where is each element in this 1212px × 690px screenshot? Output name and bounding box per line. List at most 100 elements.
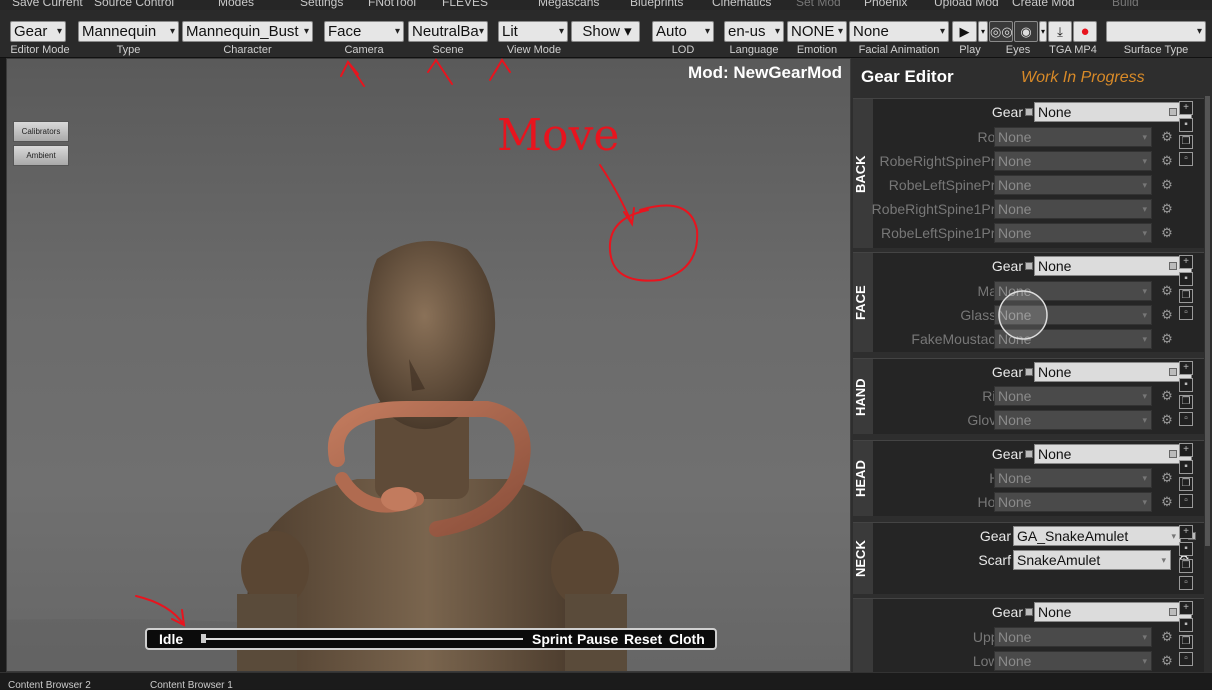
animation-slider-thumb[interactable]: [201, 634, 206, 643]
save-icon[interactable]: ▪: [1179, 378, 1193, 392]
slot-dropdown[interactable]: None: [994, 386, 1152, 406]
save-icon[interactable]: ▪: [1179, 618, 1193, 632]
gear-dropdown[interactable]: GA_SnakeAmulet: [1013, 526, 1181, 546]
panel-scrollbar[interactable]: [1205, 96, 1210, 546]
gear-checkbox[interactable]: [1025, 368, 1033, 376]
view-mode-dropdown[interactable]: Lit: [498, 21, 568, 42]
menu-blueprints[interactable]: Blueprints: [630, 0, 683, 9]
gear-icon[interactable]: ⚙: [1158, 387, 1176, 405]
delete-icon[interactable]: ▫: [1179, 152, 1193, 166]
language-dropdown[interactable]: en-us: [724, 21, 784, 42]
gear-checkbox[interactable]: [1025, 608, 1033, 616]
copy-icon[interactable]: ❐: [1179, 135, 1193, 149]
ambient-button[interactable]: Ambient: [13, 145, 69, 166]
menu-build[interactable]: Build: [1112, 0, 1139, 9]
eyes-icon[interactable]: ◎◎: [989, 21, 1013, 42]
slot-dropdown[interactable]: None: [994, 305, 1152, 325]
slot-dropdown[interactable]: None: [994, 199, 1152, 219]
add-icon[interactable]: +: [1179, 101, 1193, 115]
slot-dropdown[interactable]: None: [994, 281, 1152, 301]
animation-slider-track[interactable]: [203, 638, 523, 640]
menu-settings[interactable]: Settings: [300, 0, 343, 9]
delete-icon[interactable]: ▫: [1179, 576, 1193, 590]
slot-dropdown[interactable]: None: [994, 223, 1152, 243]
menu-set-mod[interactable]: Set Mod: [796, 0, 841, 9]
save-icon[interactable]: ▪: [1179, 118, 1193, 132]
copy-icon[interactable]: ❐: [1179, 559, 1193, 573]
cloth-button[interactable]: Cloth: [669, 631, 705, 647]
editor-mode-dropdown[interactable]: Gear: [10, 21, 66, 42]
surface-type-dropdown[interactable]: [1106, 21, 1206, 42]
gear-icon[interactable]: ⚙: [1158, 493, 1176, 511]
reset-button[interactable]: Reset: [624, 631, 662, 647]
menu-fnottool[interactable]: FNotTool: [368, 0, 416, 9]
slot-dropdown[interactable]: SnakeAmulet: [1013, 550, 1171, 570]
lod-dropdown[interactable]: Auto: [652, 21, 714, 42]
gear-square[interactable]: [1169, 368, 1177, 376]
gear-icon[interactable]: ⚙: [1158, 469, 1176, 487]
slot-dropdown[interactable]: None: [994, 127, 1152, 147]
eye-icon[interactable]: ◉: [1014, 21, 1038, 42]
slot-dropdown[interactable]: None: [994, 627, 1152, 647]
gear-icon[interactable]: ⚙: [1158, 306, 1176, 324]
save-icon[interactable]: ▪: [1179, 460, 1193, 474]
copy-icon[interactable]: ❐: [1179, 477, 1193, 491]
slot-dropdown[interactable]: None: [994, 410, 1152, 430]
scene-dropdown[interactable]: NeutralBa: [408, 21, 488, 42]
add-icon[interactable]: +: [1179, 361, 1193, 375]
save-icon[interactable]: ▪: [1179, 272, 1193, 286]
character-dropdown[interactable]: Mannequin_Bust: [182, 21, 313, 42]
menu-fleves[interactable]: FLEVES: [442, 0, 488, 9]
gear-icon[interactable]: ⚙: [1158, 224, 1176, 242]
gear-icon[interactable]: ⚙: [1158, 282, 1176, 300]
gear-icon[interactable]: ⚙: [1158, 128, 1176, 146]
show-button[interactable]: Show ▾: [571, 21, 640, 42]
record-icon[interactable]: ●: [1073, 21, 1097, 42]
slot-dropdown[interactable]: None: [994, 492, 1152, 512]
facial-animation-dropdown[interactable]: None: [849, 21, 949, 42]
emotion-dropdown[interactable]: NONE: [787, 21, 847, 42]
gear-square[interactable]: [1169, 108, 1177, 116]
menu-create-mod[interactable]: Create Mod: [1012, 0, 1075, 9]
gear-checkbox[interactable]: [1025, 450, 1033, 458]
menu-phoenix[interactable]: Phoenix: [864, 0, 907, 9]
sprint-button[interactable]: Sprint: [532, 631, 572, 647]
gear-icon[interactable]: ⚙: [1158, 330, 1176, 348]
delete-icon[interactable]: ▫: [1179, 306, 1193, 320]
viewport[interactable]: Mod: NewGearMod Calibrators Ambient Idle…: [6, 58, 851, 672]
play-icon[interactable]: ▶: [952, 21, 977, 42]
gear-icon[interactable]: ⚙: [1158, 200, 1176, 218]
gear-square[interactable]: [1169, 262, 1177, 270]
add-icon[interactable]: +: [1179, 443, 1193, 457]
copy-icon[interactable]: ❐: [1179, 395, 1193, 409]
download-icon[interactable]: ⤓: [1048, 21, 1072, 42]
menu-modes[interactable]: Modes: [218, 0, 254, 9]
save-icon[interactable]: ▪: [1179, 542, 1193, 556]
delete-icon[interactable]: ▫: [1179, 412, 1193, 426]
copy-icon[interactable]: ❐: [1179, 289, 1193, 303]
menu-megascans[interactable]: Megascans: [538, 0, 599, 9]
add-icon[interactable]: +: [1179, 601, 1193, 615]
slot-dropdown[interactable]: None: [994, 651, 1152, 671]
slot-dropdown[interactable]: None: [994, 329, 1152, 349]
delete-icon[interactable]: ▫: [1179, 652, 1193, 666]
gear-icon[interactable]: ⚙: [1158, 652, 1176, 670]
gear-checkbox[interactable]: [1025, 108, 1033, 116]
eyes-options-chevron-icon[interactable]: ▾: [1039, 21, 1047, 42]
add-icon[interactable]: +: [1179, 525, 1193, 539]
gear-icon[interactable]: ⚙: [1158, 176, 1176, 194]
type-dropdown[interactable]: Mannequin: [78, 21, 179, 42]
copy-icon[interactable]: ❐: [1179, 635, 1193, 649]
gear-icon[interactable]: ⚙: [1158, 152, 1176, 170]
calibrators-button[interactable]: Calibrators: [13, 121, 69, 142]
gear-checkbox[interactable]: [1025, 262, 1033, 270]
add-icon[interactable]: +: [1179, 255, 1193, 269]
play-options-chevron-icon[interactable]: ▾: [978, 21, 988, 42]
camera-dropdown[interactable]: Face: [324, 21, 404, 42]
gear-square[interactable]: [1169, 450, 1177, 458]
menu-upload-mod[interactable]: Upload Mod: [934, 0, 999, 9]
gear-icon[interactable]: ⚙: [1158, 628, 1176, 646]
delete-icon[interactable]: ▫: [1179, 494, 1193, 508]
gear-icon[interactable]: ⚙: [1158, 411, 1176, 429]
slot-dropdown[interactable]: None: [994, 151, 1152, 171]
